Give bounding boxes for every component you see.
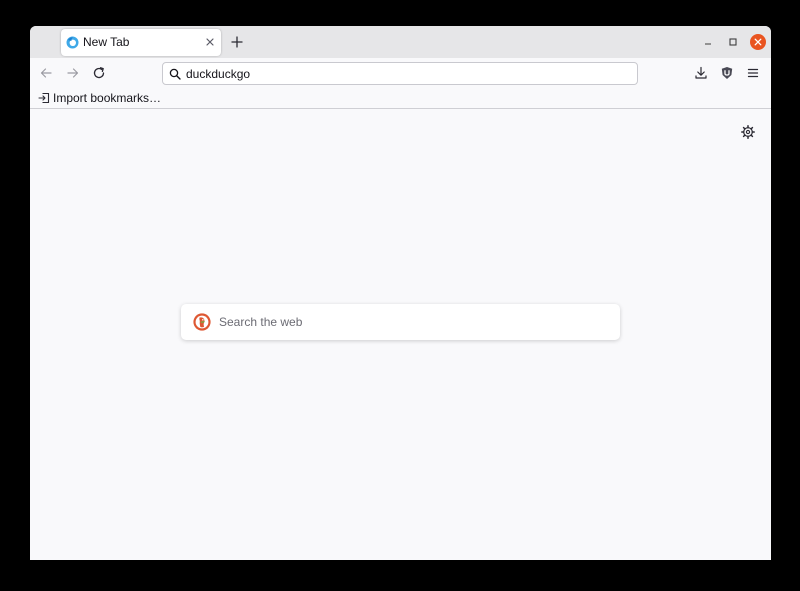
hamburger-menu-icon[interactable]	[746, 66, 760, 80]
url-bar[interactable]	[162, 62, 638, 85]
arrow-left-icon[interactable]	[39, 66, 53, 80]
duckduckgo-icon	[193, 313, 211, 331]
search-input[interactable]	[219, 304, 609, 340]
download-icon[interactable]	[694, 66, 708, 80]
import-icon	[38, 92, 50, 104]
firefox-icon	[66, 36, 79, 49]
tab-new-tab[interactable]: New Tab	[61, 29, 221, 56]
gear-icon[interactable]	[741, 125, 755, 139]
tab-title: New Tab	[83, 35, 130, 49]
search-box[interactable]	[181, 304, 620, 340]
reload-icon[interactable]	[92, 66, 106, 80]
close-icon[interactable]	[204, 36, 216, 48]
url-input[interactable]	[186, 63, 626, 84]
browser-window: New Tab duckduckgo Import bookmarks… Sea…	[30, 26, 771, 560]
maximize-icon[interactable]	[727, 36, 739, 48]
import-bookmarks-label: Import bookmarks…	[53, 91, 162, 105]
window-close-icon[interactable]	[750, 34, 766, 50]
plus-icon[interactable]	[230, 35, 244, 49]
new-tab-page	[30, 110, 771, 560]
minimize-icon[interactable]	[702, 36, 714, 48]
title-bar: New Tab	[30, 26, 771, 58]
shield-icon[interactable]	[720, 66, 734, 80]
search-icon	[169, 68, 181, 80]
navigation-toolbar	[30, 58, 771, 88]
arrow-right-icon[interactable]	[66, 66, 80, 80]
bookmarks-toolbar: Import bookmarks…	[30, 88, 771, 109]
